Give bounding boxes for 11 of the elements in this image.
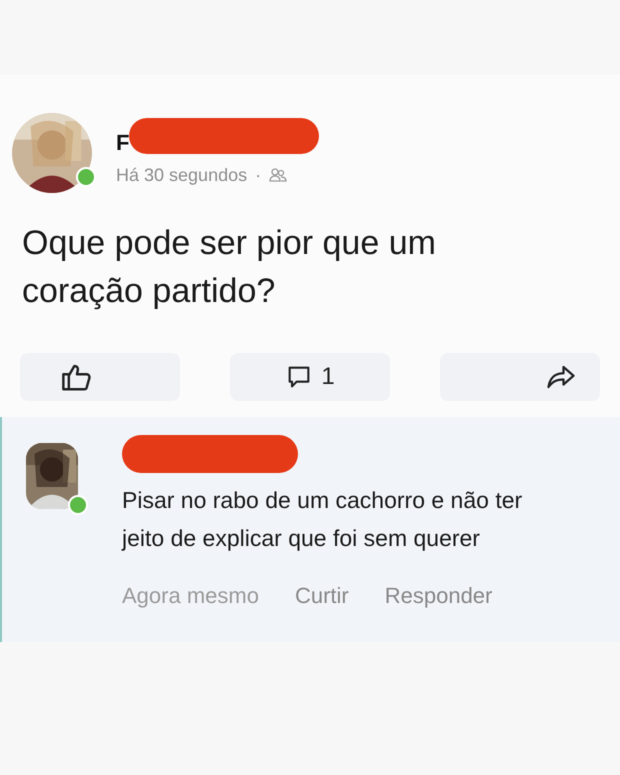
comment-button[interactable]: 1: [230, 353, 390, 401]
post-text: Oque pode ser pior que um coração partido?: [21, 223, 437, 312]
comment-text: Pisar no rabo de um cachorro e não ter jeito de explicar que foi sem querer: [122, 486, 524, 553]
friends-icon: [269, 168, 288, 182]
share-button[interactable]: [440, 353, 600, 401]
share-icon: [546, 363, 576, 391]
separator: ·: [255, 164, 262, 186]
comment-time: Agora mesmo: [122, 582, 259, 610]
post-time: Há 30 segundos: [116, 164, 248, 187]
author-name[interactable]: F: [116, 130, 130, 156]
like-button[interactable]: [20, 353, 180, 401]
